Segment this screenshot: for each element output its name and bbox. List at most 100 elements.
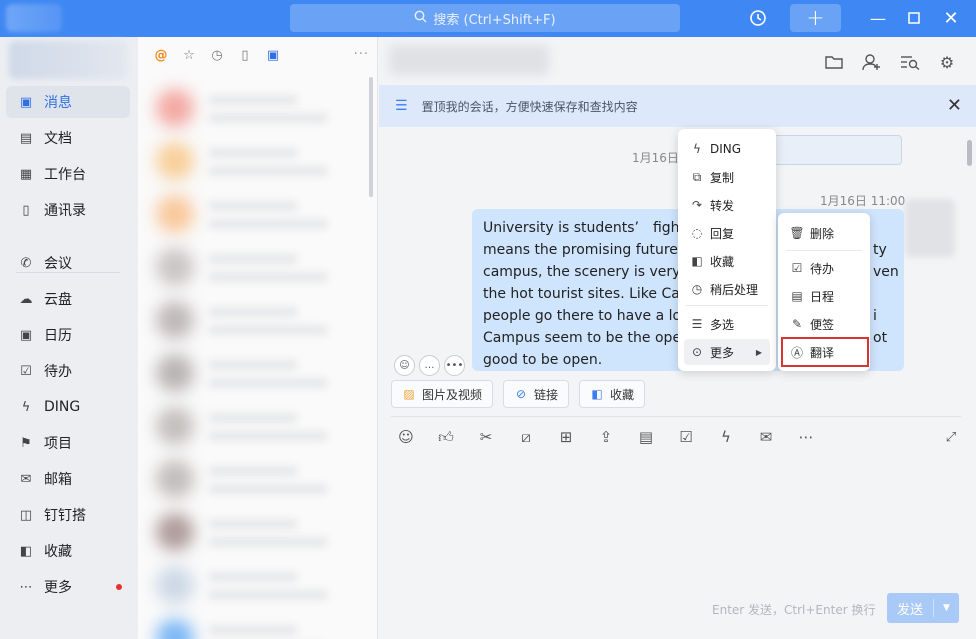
emoji-icon[interactable]: ☺ [395, 426, 417, 448]
chat-scrollbar[interactable] [967, 140, 972, 166]
chat-header: ⚙ [379, 37, 976, 85]
user-avatar[interactable] [6, 4, 62, 32]
sidebar-item-1[interactable]: ▤ 文档 [6, 122, 130, 154]
close-icon[interactable]: ✕ [947, 95, 962, 116]
upload-icon[interactable]: ⇪ [595, 426, 617, 448]
list-item[interactable] [138, 448, 374, 506]
list-item-preview [208, 113, 328, 123]
submenu-item-3[interactable]: ✎ 便签 [784, 311, 864, 337]
submenu-item-2[interactable]: ▤ 日程 [784, 283, 864, 309]
minimize-button[interactable]: — [866, 4, 890, 32]
sidebar-item-8[interactable]: ϟ DING [6, 391, 130, 423]
add-file-icon[interactable]: ⊞ [555, 426, 577, 448]
more-icon[interactable]: ··· [354, 47, 369, 62]
task-icon[interactable]: ☑ [675, 426, 697, 448]
more-icon[interactable]: ⋯ [795, 426, 817, 448]
todo-icon: ☑ [791, 261, 803, 275]
mail-icon[interactable]: ✉ [755, 426, 777, 448]
reply-icon[interactable]: … [419, 355, 440, 376]
sidebar-item-4[interactable]: ✆ 会议 [6, 247, 130, 279]
list-item[interactable] [138, 183, 374, 241]
quick-actions: ▨ 图片及视频 ⊘ 链接 ◧ 收藏 [391, 380, 646, 408]
caret-right-icon: ▶ [755, 347, 762, 357]
schedule-icon[interactable]: ▤ [635, 426, 657, 448]
menu-item-2[interactable]: ↷ 转发 [684, 192, 770, 218]
quick-button-1[interactable]: ⊘ 链接 [503, 380, 570, 408]
search-history-icon[interactable] [899, 51, 921, 73]
list-item[interactable] [138, 130, 374, 188]
submenu-item-0[interactable]: 🗑 删除 [784, 220, 864, 246]
sidebar-item-10[interactable]: ✉ 邮箱 [6, 463, 130, 495]
menu-item-7[interactable]: ⊙ 更多 ▶ [684, 339, 770, 365]
menu-item-5[interactable]: ◷ 稍后处理 [684, 276, 770, 302]
sidebar-item-0[interactable]: ▣ 消息 [6, 86, 130, 118]
add-button[interactable]: + [790, 4, 841, 32]
quick-button-2[interactable]: ◧ 收藏 [579, 380, 646, 408]
recent-icon[interactable]: ◷ [210, 48, 224, 63]
image-icon: ▨ [403, 387, 415, 401]
list-item[interactable] [138, 501, 374, 559]
sidebar-item-6[interactable]: ▣ 日历 [6, 319, 130, 351]
list-item-title [208, 148, 298, 158]
search-input[interactable]: 搜索 (Ctrl+Shift+F) [290, 4, 680, 32]
notification-dot [116, 584, 122, 590]
multiselect-icon: ☰ [691, 317, 703, 331]
list-item[interactable] [138, 236, 374, 294]
list-item[interactable] [138, 395, 374, 453]
context-menu: ϟ DING ⧉ 复制 ↷ 转发 ◌ 回复 ◧ 收藏 ◷ 稍后处理 ☰ 多选 ⊙ 更多 ▶ [678, 129, 776, 371]
emoji-reaction-icon[interactable]: ☺ [394, 355, 415, 376]
avatar [156, 407, 194, 445]
submenu-item-1[interactable]: ☑ 待办 [784, 255, 864, 281]
pin-icon: ☰ [395, 98, 408, 114]
menu-item-1[interactable]: ⧉ 复制 [684, 164, 770, 190]
sidebar-item-11[interactable]: ◫ 钉钉搭 [6, 499, 130, 531]
message-icon: ▣ [19, 94, 33, 110]
menu-item-0[interactable]: ϟ DING [684, 136, 770, 162]
sidebar-item-2[interactable]: ▦ 工作台 [6, 158, 130, 190]
menu-item-6[interactable]: ☰ 多选 [684, 311, 770, 337]
sidebar-item-3[interactable]: ▯ 通讯录 [6, 194, 130, 226]
list-item[interactable] [138, 342, 374, 400]
sidebar-item-5[interactable]: ☁ 云盘 [6, 283, 130, 315]
list-item[interactable] [138, 554, 374, 612]
list-item[interactable] [138, 77, 374, 135]
add-member-icon[interactable] [861, 51, 883, 73]
menu-item-4[interactable]: ◧ 收藏 [684, 248, 770, 274]
favorite-icon: ◧ [19, 543, 33, 559]
history-button[interactable] [742, 4, 774, 32]
quick-button-0[interactable]: ▨ 图片及视频 [391, 380, 494, 408]
ding-icon: ϟ [21, 399, 31, 415]
profile-card[interactable] [9, 41, 127, 79]
sidebar-item-label: 云盘 [44, 292, 72, 308]
bookmark-icon[interactable]: ▯ [238, 48, 252, 63]
sidebar-item-label: 日历 [44, 328, 72, 344]
settings-icon[interactable]: ⚙ [936, 51, 958, 73]
workbench-icon: ▦ [19, 166, 33, 182]
contacts-icon: ▯ [22, 202, 30, 218]
message-line-text: means the promising future f [483, 242, 688, 258]
sidebar-item-12[interactable]: ◧ 收藏 [6, 535, 130, 567]
sidebar-item-label: 待办 [44, 364, 72, 380]
file-icon[interactable]: ▣ [266, 48, 280, 63]
ding-icon[interactable]: ϟ [715, 426, 737, 448]
close-button[interactable]: ✕ [939, 4, 963, 32]
star-icon[interactable]: ☆ [182, 48, 196, 63]
maximize-button[interactable] [902, 4, 926, 32]
slash-command-icon[interactable]: ⧄ [515, 426, 537, 448]
list-item[interactable] [138, 607, 374, 639]
mention-icon[interactable]: @ [154, 48, 168, 63]
scissors-icon[interactable]: ✂ [475, 426, 497, 448]
thumbs-up-icon[interactable]: 👍︎ [435, 426, 457, 448]
avatar[interactable] [905, 199, 955, 257]
menu-item-3[interactable]: ◌ 回复 [684, 220, 770, 246]
more-icon[interactable]: ••• [444, 355, 465, 376]
sidebar-item-7[interactable]: ☑ 待办 [6, 355, 130, 387]
expand-icon[interactable]: ⤢ [941, 427, 961, 447]
chevron-down-icon[interactable]: ▼ [934, 603, 959, 613]
sidebar-item-13[interactable]: ⋯ 更多 [6, 571, 130, 603]
list-item[interactable] [138, 289, 374, 347]
folder-icon[interactable] [823, 51, 845, 73]
sidebar-item-9[interactable]: ⚑ 项目 [6, 427, 130, 459]
send-button[interactable]: 发送 ▼ [887, 593, 959, 623]
history-icon [750, 10, 766, 26]
